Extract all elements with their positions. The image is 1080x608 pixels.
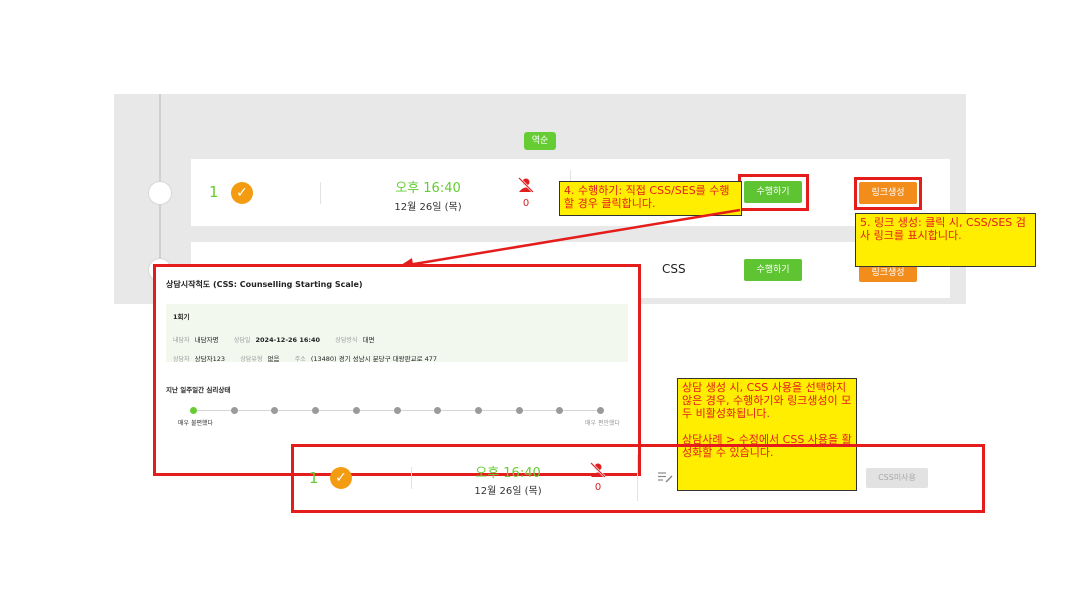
- scale-option[interactable]: [393, 407, 401, 414]
- perform-button[interactable]: 수행하기: [744, 259, 802, 281]
- scale-option[interactable]: [190, 407, 197, 414]
- dialog-title: 상담시작척도 (CSS: Counselling Starting Scale): [166, 280, 363, 289]
- divider: [637, 455, 638, 501]
- session-number: 1: [309, 469, 319, 487]
- session-time: 오후 16:40: [475, 466, 541, 481]
- timeline-dot: [148, 181, 172, 205]
- session-date: 12월 26일 (목): [474, 486, 542, 497]
- session-time: 오후 16:40: [395, 181, 461, 196]
- perform-button[interactable]: 수행하기: [744, 181, 802, 203]
- divider: [320, 182, 321, 204]
- link-note: 5. 링크 생성: 클릭 시, CSS/SES 검사 링크를 표시합니다.: [855, 213, 1036, 267]
- scale-left-label: 매우 불편했다: [178, 420, 214, 427]
- session-label: 1회기: [173, 313, 190, 321]
- divider: [411, 467, 412, 489]
- info-line-1: 내담자 내담자명 상담일 2024-12-26 16:40 상담방식 대면: [173, 336, 375, 344]
- sort-order-chip[interactable]: 역순: [524, 132, 556, 150]
- scale-right-label: 매우 편안했다: [585, 420, 621, 427]
- edit-icon: [658, 472, 673, 483]
- session-number: 1: [209, 183, 219, 201]
- check-icon: ✓: [330, 467, 352, 489]
- absent-person-icon: [590, 462, 606, 478]
- scale-option[interactable]: [230, 407, 238, 414]
- link-create-button[interactable]: 링크생성: [859, 182, 917, 204]
- scale-option[interactable]: [515, 407, 523, 414]
- scale-option[interactable]: [597, 407, 604, 414]
- info-line-2: 상담자 상담자123 상담유형 없음 주소 (13480) 경기 성남시 분당구…: [173, 355, 438, 363]
- scale-question: 지난 일주일간 심리상태: [166, 386, 231, 394]
- scale-option[interactable]: [474, 407, 482, 414]
- check-icon: ✓: [231, 182, 253, 204]
- absent-count: 0: [594, 482, 602, 493]
- absent-person-icon: [518, 177, 534, 193]
- css-unused-button: CSS미사용: [866, 468, 928, 488]
- scale-option[interactable]: [352, 407, 360, 414]
